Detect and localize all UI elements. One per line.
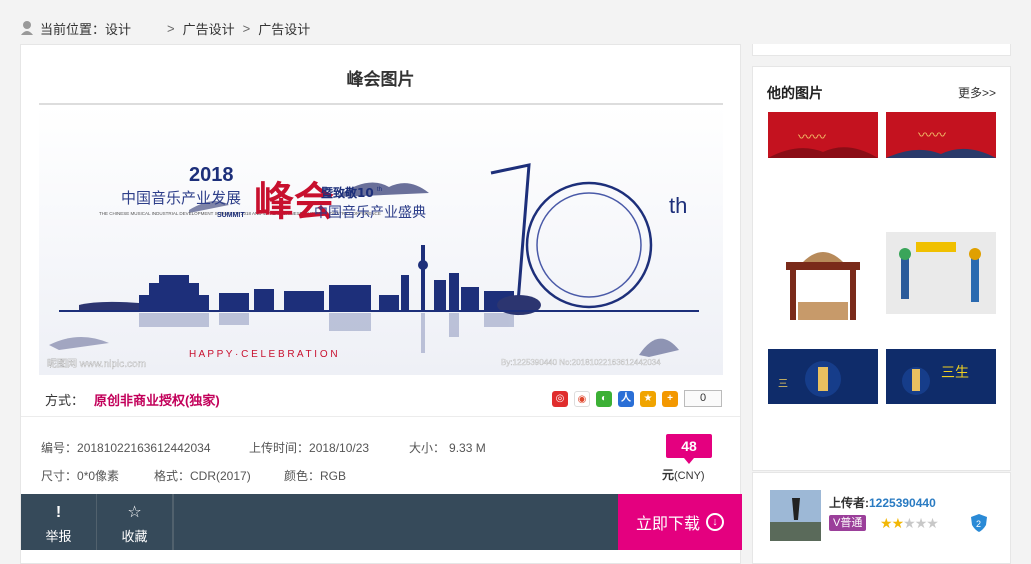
share-wechat-icon[interactable]: ◐ xyxy=(596,390,612,407)
watermark-right: By:1225390440 No:20181022163612442034 xyxy=(501,358,661,367)
thumbnail[interactable]: 〰〰 xyxy=(886,112,996,158)
thumbnail[interactable] xyxy=(768,232,878,334)
breadcrumb-link-ad-design-sub[interactable]: 广告设计 xyxy=(258,19,310,38)
divider xyxy=(173,494,174,550)
share-qq-icon[interactable]: ★ xyxy=(640,390,656,407)
star-icon: ★ xyxy=(926,515,939,531)
page-title: 峰会图片 xyxy=(346,70,415,90)
svg-text:三生: 三生 xyxy=(941,365,969,381)
breadcrumb-link-design[interactable]: 设计 xyxy=(105,19,131,38)
uploader-label: 上传者:1225390440 xyxy=(829,496,936,510)
file-size: 大小： 9.33 M xyxy=(409,440,486,455)
price-unit: 元(CNY) xyxy=(662,468,705,482)
star-icon: ★ xyxy=(914,515,928,531)
sidebar-top-box xyxy=(752,44,1011,56)
upload-time: 上传时间：2018/10/23 xyxy=(249,440,370,455)
author-images-panel: 他的图片 更多>> 〰〰 〰〰 三 三生 xyxy=(752,66,1011,471)
banner-year: 2018 xyxy=(189,164,234,186)
download-arrow-icon: ↓ xyxy=(706,513,724,531)
exclamation-icon: ! xyxy=(55,504,62,521)
share-weibo-icon[interactable]: ◉ xyxy=(574,390,590,407)
star-icon: ★ xyxy=(903,515,916,531)
thumbnail[interactable]: 三生 xyxy=(886,349,996,404)
banner-event-main: 中国音乐产业发展 xyxy=(121,189,241,207)
file-color-mode: 颜色：RGB xyxy=(284,468,347,483)
banner-summit: SUMMIT xyxy=(217,212,245,219)
chevron-right-icon: > xyxy=(167,20,175,36)
image-detail-panel: 峰会图片 2018 中国音乐产业发展 THE CHINESE MUSICAL I… xyxy=(20,44,742,564)
banner-tagline: H A P P Y · C E L E B R A T I O N xyxy=(189,349,338,360)
banner-th: th xyxy=(669,193,687,218)
thumbnail[interactable]: 三 xyxy=(768,349,878,404)
vip-badge: V普通 xyxy=(829,515,867,531)
avatar[interactable] xyxy=(770,490,821,541)
star-outline-icon: ☆ xyxy=(127,504,142,521)
action-bar: ! 举报 ☆ 收藏 立即下载 ↓ xyxy=(21,494,742,550)
svg-text:〰〰: 〰〰 xyxy=(918,128,946,144)
chevron-right-icon: > xyxy=(242,20,251,36)
file-info: 编号：20181022163612442034 上传时间：2018/10/23 … xyxy=(41,433,486,489)
level-shield-icon: 2 xyxy=(971,514,987,532)
star-icon: ★ xyxy=(880,515,893,531)
location-pin-icon xyxy=(20,20,34,36)
share-bar: ◎ ◉ ◐ 人 ★ + 0 xyxy=(546,390,722,407)
price-badge: 48 xyxy=(666,434,712,464)
watermark-left: 昵图网 www.nipic.com xyxy=(47,358,146,370)
svg-text:〰〰: 〰〰 xyxy=(798,130,826,146)
svg-text:2: 2 xyxy=(976,519,981,529)
license-label: 方式： xyxy=(45,393,85,408)
file-format: 格式：CDR(2017) xyxy=(154,468,251,483)
banner-tribute: 暨致敬10 xyxy=(321,185,374,200)
breadcrumb: 当前位置： 设计 > 广告设计 > 广告设计 xyxy=(20,18,310,38)
svg-text:三: 三 xyxy=(778,379,788,390)
author-images-title: 他的图片 xyxy=(767,86,823,102)
report-button[interactable]: ! 举报 xyxy=(21,494,97,550)
share-count: 0 xyxy=(684,390,722,407)
star-icon: ★ xyxy=(891,515,905,531)
breadcrumb-label: 当前位置： xyxy=(40,21,106,37)
share-more-icon[interactable]: + xyxy=(662,390,678,407)
share-qzone-icon[interactable]: ◎ xyxy=(552,390,568,407)
file-id: 编号：20181022163612442034 xyxy=(41,440,211,455)
license-row: 方式： 原创非商业授权(独家) ◎ ◉ ◐ 人 ★ + 0 xyxy=(21,383,740,417)
uploader-card: 上传者:1225390440 V普通 ★★★★★ 2 xyxy=(752,472,1011,564)
banner-ceremony: 中国音乐产业盛典 xyxy=(314,204,426,221)
more-link[interactable]: 更多>> xyxy=(958,84,996,101)
file-dimensions: 尺寸：0*0像素 xyxy=(41,468,120,483)
uploader-name[interactable]: 1225390440 xyxy=(869,496,936,510)
image-preview[interactable]: 2018 中国音乐产业发展 THE CHINESE MUSICAL INDUST… xyxy=(39,103,723,375)
download-button[interactable]: 立即下载 ↓ xyxy=(618,494,742,550)
banner-tribute-sup: th xyxy=(377,187,382,193)
thumbnail[interactable] xyxy=(886,232,996,314)
favorite-button[interactable]: ☆ 收藏 xyxy=(97,494,173,550)
rating-stars: ★★★★★ xyxy=(880,515,939,531)
license-value[interactable]: 原创非商业授权(独家) xyxy=(94,390,220,409)
thumbnail[interactable]: 〰〰 xyxy=(768,112,878,158)
breadcrumb-link-ad-design[interactable]: 广告设计 xyxy=(183,19,235,38)
share-renren-icon[interactable]: 人 xyxy=(618,390,634,407)
